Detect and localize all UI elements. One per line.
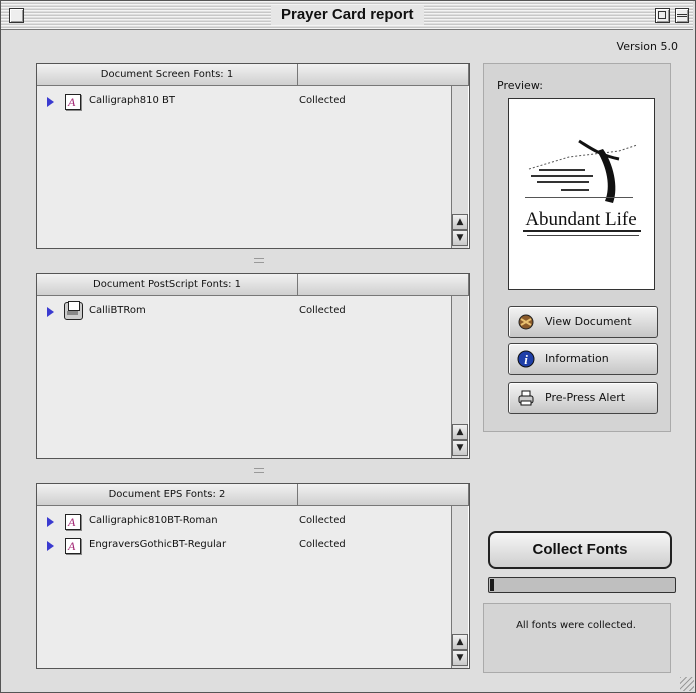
scroll-up-arrow-icon[interactable]: ▲ [452, 214, 468, 230]
scrollbar[interactable]: ▲ ▼ [451, 296, 468, 458]
status-message: All fonts were collected. [516, 620, 636, 631]
collect-fonts-button[interactable]: Collect Fonts [488, 531, 672, 569]
font-name: CalliBTRom [89, 305, 146, 316]
close-box-icon[interactable] [9, 8, 24, 23]
preview-label: Preview: [497, 79, 543, 92]
scroll-up-arrow-icon[interactable]: ▲ [452, 424, 468, 440]
list-item[interactable]: EngraversGothicBT-Regular Collected [37, 534, 451, 557]
screen-fonts-pane: Document Screen Fonts: 1 Calligraph810 B… [36, 63, 470, 249]
preview-artwork: Abundant Life [523, 139, 641, 236]
postscript-fonts-header[interactable]: Document PostScript Fonts: 1 [37, 274, 298, 296]
font-status: Collected [299, 515, 346, 526]
list-item[interactable]: CalliBTRom Collected [37, 300, 451, 322]
scroll-up-arrow-icon[interactable]: ▲ [452, 634, 468, 650]
screen-fonts-status-header[interactable] [298, 64, 469, 86]
screen-fonts-header[interactable]: Document Screen Fonts: 1 [37, 64, 298, 86]
postscript-fonts-status-header[interactable] [298, 274, 469, 296]
information-icon: i [517, 350, 535, 368]
scrollbar[interactable]: ▲ ▼ [451, 506, 468, 668]
list-item[interactable]: Calligraph810 BT Collected [37, 90, 451, 113]
eps-fonts-list: Calligraphic810BT-Roman Collected Engrav… [37, 506, 451, 668]
printer-icon [518, 390, 534, 406]
font-name: Calligraphic810BT-Roman [89, 515, 218, 526]
title-bar[interactable]: Prayer Card report [1, 1, 693, 30]
disclosure-triangle-icon[interactable] [47, 541, 54, 551]
font-status: Collected [299, 305, 346, 316]
font-file-icon [65, 511, 81, 533]
scroll-down-arrow-icon[interactable]: ▼ [452, 650, 468, 666]
font-status: Collected [299, 539, 346, 550]
pre-press-alert-button[interactable]: Pre-Press Alert [508, 382, 658, 414]
pane-splitter[interactable] [254, 468, 264, 473]
font-file-icon [65, 535, 81, 557]
view-document-label: View Document [545, 315, 632, 328]
disclosure-triangle-icon[interactable] [47, 97, 54, 107]
postscript-fonts-list: CalliBTRom Collected [37, 296, 451, 458]
disclosure-triangle-icon[interactable] [47, 517, 54, 527]
zoom-box-icon[interactable] [655, 8, 670, 23]
scrollbar[interactable]: ▲ ▼ [451, 86, 468, 248]
view-document-icon [518, 314, 534, 330]
window-title: Prayer Card report [271, 5, 424, 25]
scroll-down-arrow-icon[interactable]: ▼ [452, 230, 468, 246]
resize-grip-icon[interactable] [680, 677, 694, 691]
version-label: Version 5.0 [616, 40, 678, 53]
postscript-fonts-pane: Document PostScript Fonts: 1 CalliBTRom … [36, 273, 470, 459]
eps-fonts-header[interactable]: Document EPS Fonts: 2 [37, 484, 298, 506]
status-panel [483, 603, 671, 673]
eps-fonts-pane: Document EPS Fonts: 2 Calligraphic810BT-… [36, 483, 470, 669]
font-name: EngraversGothicBT-Regular [89, 539, 227, 550]
information-button[interactable]: i Information [508, 343, 658, 375]
postscript-printer-font-icon [64, 301, 83, 320]
font-file-icon [65, 91, 81, 113]
pre-press-alert-label: Pre-Press Alert [545, 391, 626, 404]
pane-splitter[interactable] [254, 258, 264, 263]
progress-bar [488, 577, 676, 593]
progress-fill [490, 579, 494, 591]
screen-fonts-list: Calligraph810 BT Collected [37, 86, 451, 248]
view-document-button[interactable]: View Document [508, 306, 658, 338]
eps-fonts-status-header[interactable] [298, 484, 469, 506]
disclosure-triangle-icon[interactable] [47, 307, 54, 317]
list-item[interactable]: Calligraphic810BT-Roman Collected [37, 510, 451, 533]
font-status: Collected [299, 95, 346, 106]
scroll-down-arrow-icon[interactable]: ▼ [452, 440, 468, 456]
svg-text:i: i [524, 352, 528, 367]
document-preview-thumbnail: Abundant Life [508, 98, 655, 290]
collapse-box-icon[interactable] [675, 8, 689, 23]
font-name: Calligraph810 BT [89, 95, 175, 106]
information-label: Information [545, 352, 609, 365]
preview-title-text: Abundant Life [525, 209, 636, 230]
